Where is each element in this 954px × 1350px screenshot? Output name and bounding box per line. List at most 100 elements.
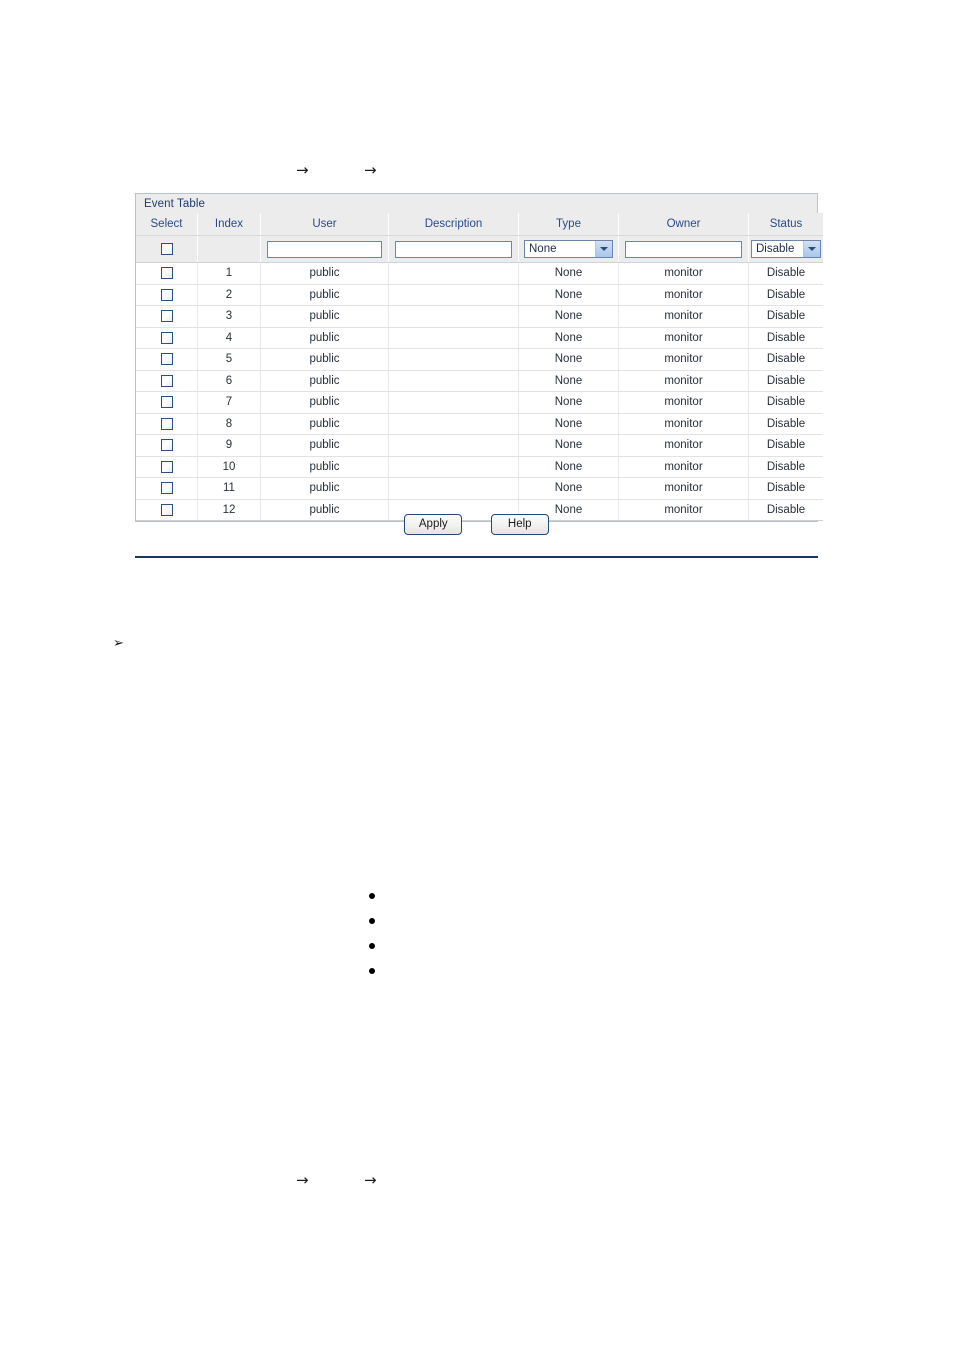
table-row: 10 public None monitor Disable <box>136 456 823 478</box>
row-type-cell: None <box>518 413 619 435</box>
row-owner-cell: monitor <box>618 456 749 478</box>
row-status-cell: Disable <box>748 391 823 414</box>
row-owner-cell: monitor <box>618 262 749 285</box>
row-checkbox[interactable] <box>160 374 173 387</box>
new-entry-row: None Disable <box>136 235 823 263</box>
type-dropdown[interactable]: None <box>524 239 613 258</box>
bullet-point-icon <box>369 968 375 974</box>
row-checkbox[interactable] <box>160 288 173 301</box>
column-header-owner: Owner <box>618 213 749 236</box>
row-description-cell <box>388 284 519 306</box>
row-owner-cell: monitor <box>618 305 749 328</box>
row-description-cell <box>388 434 519 457</box>
row-index-cell: 11 <box>197 477 261 500</box>
select-all-checkbox[interactable] <box>160 242 173 255</box>
panel-title: Event Table <box>136 194 817 213</box>
arrow-right-icon: → <box>296 161 309 179</box>
triangle-bullet-icon: ➢ <box>113 636 124 651</box>
row-index-cell: 5 <box>197 348 261 371</box>
row-checkbox[interactable] <box>160 417 173 430</box>
row-description-cell <box>388 262 519 285</box>
bottom-arrow-marks: → → <box>0 1170 954 1190</box>
row-type-cell: None <box>518 284 619 306</box>
row-select-cell <box>136 327 198 349</box>
chevron-down-icon[interactable] <box>595 240 612 257</box>
row-status-cell: Disable <box>748 305 823 328</box>
row-owner-cell: monitor <box>618 477 749 500</box>
column-header-select: Select <box>136 213 198 236</box>
row-owner-cell: monitor <box>618 370 749 392</box>
entry-owner-cell <box>618 235 749 263</box>
row-owner-cell: monitor <box>618 284 749 306</box>
row-status-cell: Disable <box>748 284 823 306</box>
row-status-cell: Disable <box>748 348 823 371</box>
column-header-index: Index <box>197 213 261 236</box>
row-index-cell: 2 <box>197 284 261 306</box>
row-checkbox[interactable] <box>160 353 173 366</box>
row-owner-cell: monitor <box>618 391 749 414</box>
row-owner-cell: monitor <box>618 327 749 349</box>
row-select-cell <box>136 477 198 500</box>
row-checkbox[interactable] <box>160 310 173 323</box>
row-checkbox[interactable] <box>160 396 173 409</box>
row-description-cell <box>388 456 519 478</box>
row-checkbox[interactable] <box>160 331 173 344</box>
arrow-right-icon: → <box>364 1171 377 1189</box>
help-button[interactable]: Help <box>490 514 549 535</box>
row-select-cell <box>136 370 198 392</box>
row-checkbox[interactable] <box>160 482 173 495</box>
row-select-cell <box>136 456 198 478</box>
column-header-type: Type <box>518 213 619 236</box>
status-dropdown[interactable]: Disable <box>751 239 821 258</box>
bullet-point-icon <box>369 893 375 899</box>
row-user-cell: public <box>260 348 389 371</box>
row-select-cell <box>136 348 198 371</box>
row-checkbox[interactable] <box>160 439 173 452</box>
row-select-cell <box>136 391 198 414</box>
row-status-cell: Disable <box>748 327 823 349</box>
description-input[interactable] <box>395 241 512 259</box>
row-type-cell: None <box>518 262 619 285</box>
row-index-cell: 7 <box>197 391 261 414</box>
event-table: Select Index User Description Type Owner… <box>136 213 823 521</box>
row-index-cell: 9 <box>197 434 261 457</box>
table-row: 4 public None monitor Disable <box>136 327 823 349</box>
row-status-cell: Disable <box>748 434 823 457</box>
row-user-cell: public <box>260 370 389 392</box>
row-index-cell: 3 <box>197 305 261 328</box>
row-select-cell <box>136 262 198 285</box>
table-row: 8 public None monitor Disable <box>136 413 823 435</box>
apply-button[interactable]: Apply <box>404 514 463 535</box>
row-owner-cell: monitor <box>618 434 749 457</box>
row-type-cell: None <box>518 456 619 478</box>
chevron-down-icon[interactable] <box>803 240 820 257</box>
row-description-cell <box>388 477 519 500</box>
arrow-right-icon: → <box>296 1171 309 1189</box>
bullet-list <box>369 893 409 993</box>
row-index-cell: 4 <box>197 327 261 349</box>
row-status-cell: Disable <box>748 370 823 392</box>
table-row: 2 public None monitor Disable <box>136 284 823 306</box>
row-type-cell: None <box>518 370 619 392</box>
row-type-cell: None <box>518 391 619 414</box>
row-user-cell: public <box>260 327 389 349</box>
row-description-cell <box>388 391 519 414</box>
row-user-cell: public <box>260 477 389 500</box>
owner-input[interactable] <box>625 241 742 259</box>
arrow-right-icon: → <box>364 161 377 179</box>
top-arrow-marks: → → <box>0 160 954 180</box>
row-user-cell: public <box>260 456 389 478</box>
table-row: 3 public None monitor Disable <box>136 305 823 328</box>
row-checkbox[interactable] <box>160 460 173 473</box>
row-user-cell: public <box>260 434 389 457</box>
row-type-cell: None <box>518 477 619 500</box>
column-header-description: Description <box>388 213 519 236</box>
event-table-panel: Event Table Select Index User Descriptio… <box>135 193 823 522</box>
row-type-cell: None <box>518 327 619 349</box>
entry-status-cell: Disable <box>748 235 823 263</box>
entry-select-cell <box>136 235 198 263</box>
column-header-user: User <box>260 213 389 236</box>
row-status-cell: Disable <box>748 262 823 285</box>
row-checkbox[interactable] <box>160 267 173 280</box>
user-input[interactable] <box>267 241 382 259</box>
